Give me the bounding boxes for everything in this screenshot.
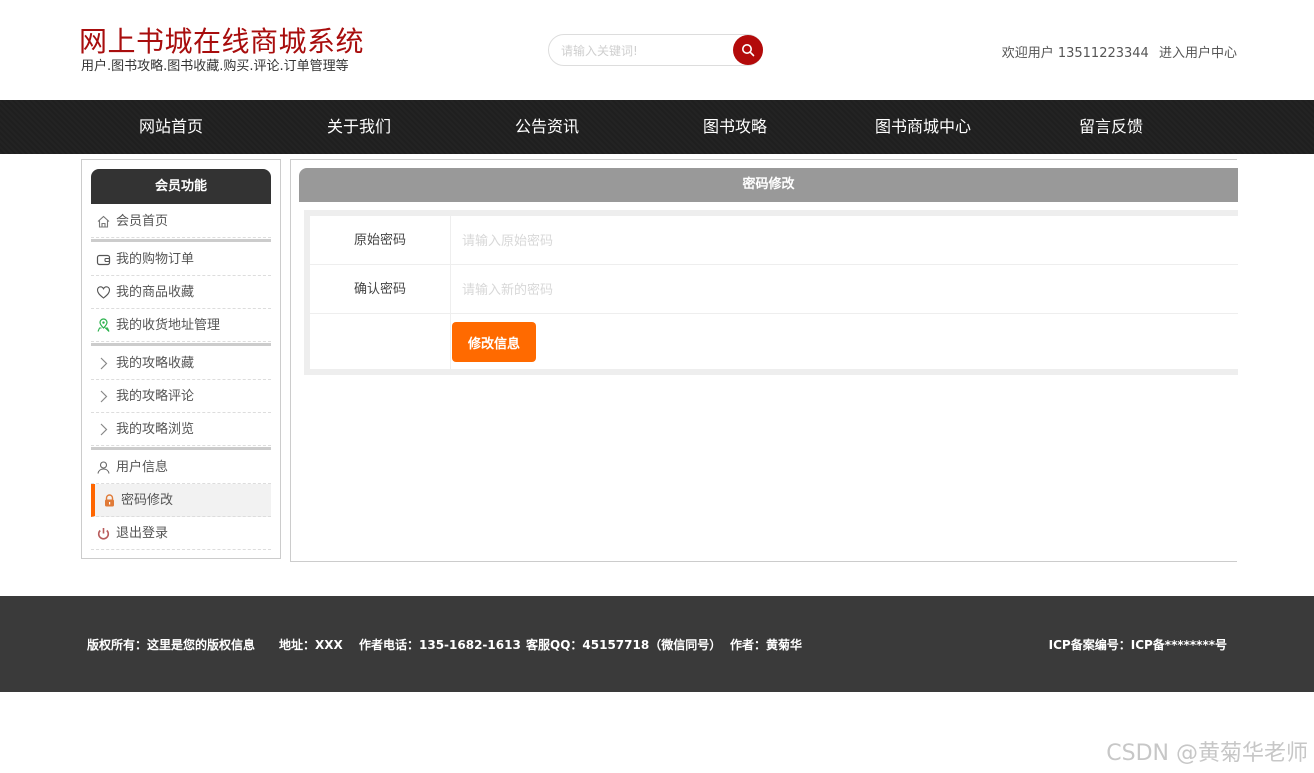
form-row-new-password: 确认密码 xyxy=(310,265,1238,314)
search-box xyxy=(548,34,763,66)
footer-copyright: 版权所有：这里是您的版权信息 xyxy=(87,638,256,652)
chevron-right-icon xyxy=(100,357,108,370)
sidebar-item-label: 我的商品收藏 xyxy=(116,285,195,300)
search-icon xyxy=(742,44,755,57)
sidebar-divider xyxy=(91,239,271,242)
old-password-field[interactable] xyxy=(462,231,862,251)
nav-item-guides[interactable]: 图书攻略 xyxy=(660,100,810,154)
welcome-area: 欢迎用户 13511223344 进入用户中心 xyxy=(1002,42,1237,61)
main-content: 密码修改 原始密码 确认密码 修改信息 xyxy=(290,159,1238,562)
sidebar-item-change-password[interactable]: 密码修改 xyxy=(91,484,271,517)
welcome-text: 欢迎用户 13511223344 xyxy=(1001,46,1149,61)
site-footer: 版权所有：这里是您的版权信息 地址：XXX 作者电话：135-1682-1613… xyxy=(0,596,1314,692)
home-icon xyxy=(97,215,110,228)
footer-author: 作者：黄菊华 xyxy=(730,638,803,652)
sidebar-item-label: 退出登录 xyxy=(116,526,169,541)
sidebar-item-guide-favorites[interactable]: 我的攻略收藏 xyxy=(91,347,271,380)
search-button[interactable] xyxy=(733,35,763,65)
chevron-right-icon xyxy=(100,423,108,436)
submit-label-cell xyxy=(310,314,451,369)
sidebar-item-logout[interactable]: 退出登录 xyxy=(91,517,271,550)
nav-item-about[interactable]: 关于我们 xyxy=(284,100,434,154)
sidebar-item-label: 用户信息 xyxy=(116,460,169,475)
sidebar-item-label: 我的攻略评论 xyxy=(116,389,195,404)
sidebar-item-label: 我的攻略浏览 xyxy=(116,422,195,437)
sidebar-item-member-home[interactable]: 会员首页 xyxy=(91,205,271,238)
nav-item-shop[interactable]: 图书商城中心 xyxy=(848,100,998,154)
password-form: 原始密码 确认密码 修改信息 xyxy=(304,210,1238,375)
page-title: 密码修改 xyxy=(299,168,1238,202)
location-icon xyxy=(97,318,110,332)
heart-icon xyxy=(96,286,111,299)
form-row-submit: 修改信息 xyxy=(310,314,1238,369)
old-password-label: 原始密码 xyxy=(310,216,451,265)
new-password-label: 确认密码 xyxy=(310,265,451,314)
nav-item-news[interactable]: 公告资讯 xyxy=(472,100,622,154)
sidebar-item-user-info[interactable]: 用户信息 xyxy=(91,451,271,484)
main-nav: 网站首页 关于我们 公告资讯 图书攻略 图书商城中心 留言反馈 xyxy=(0,100,1314,154)
sidebar-item-label: 我的购物订单 xyxy=(116,252,195,267)
footer-icp[interactable]: ICP备案编号：ICP备********号 xyxy=(1049,636,1227,653)
site-title[interactable]: 网上书城在线商城系统 xyxy=(79,20,364,60)
sidebar-item-label: 我的收货地址管理 xyxy=(116,318,221,333)
update-info-button[interactable]: 修改信息 xyxy=(452,322,536,362)
sidebar-item-orders[interactable]: 我的购物订单 xyxy=(91,243,271,276)
power-icon xyxy=(97,528,110,540)
sidebar-title: 会员功能 xyxy=(91,169,271,204)
sidebar-item-guide-history[interactable]: 我的攻略浏览 xyxy=(91,413,271,446)
nav-item-feedback[interactable]: 留言反馈 xyxy=(1036,100,1186,154)
user-center-link[interactable]: 进入用户中心 xyxy=(1159,46,1237,61)
sidebar-item-label: 会员首页 xyxy=(116,214,169,229)
member-sidebar: 会员功能 会员首页 我的购物订单 我的商品收藏 我的收货地址管理 我的攻略收藏 … xyxy=(81,159,281,559)
user-icon xyxy=(97,461,110,474)
form-row-old-password: 原始密码 xyxy=(310,216,1238,265)
new-password-field[interactable] xyxy=(462,280,862,300)
sidebar-item-label: 我的攻略收藏 xyxy=(116,356,195,371)
footer-phone: 作者电话：135-1682-1613 xyxy=(359,638,521,652)
wallet-icon xyxy=(96,254,111,266)
csdn-watermark: CSDN @黄菊华老师 xyxy=(1106,741,1308,766)
search-input[interactable] xyxy=(561,41,731,61)
lock-icon xyxy=(105,494,114,507)
chevron-right-icon xyxy=(100,390,108,403)
sidebar-divider xyxy=(91,447,271,450)
form-body: 原始密码 确认密码 修改信息 xyxy=(310,216,1238,369)
site-header: 网上书城在线商城系统 用户.图书攻略.图书收藏.购买.评论.订单管理等 欢迎用户… xyxy=(0,0,1314,100)
footer-qq: 客服QQ：45157718（微信同号） xyxy=(526,638,722,652)
nav-item-home[interactable]: 网站首页 xyxy=(96,100,246,154)
footer-address: 地址：XXX xyxy=(279,638,343,652)
sidebar-item-favorites[interactable]: 我的商品收藏 xyxy=(91,276,271,309)
sidebar-divider xyxy=(91,343,271,346)
sidebar-item-address[interactable]: 我的收货地址管理 xyxy=(91,309,271,342)
site-subtitle: 用户.图书攻略.图书收藏.购买.评论.订单管理等 xyxy=(81,59,349,74)
sidebar-item-label: 密码修改 xyxy=(121,493,174,508)
sidebar-item-guide-comments[interactable]: 我的攻略评论 xyxy=(91,380,271,413)
